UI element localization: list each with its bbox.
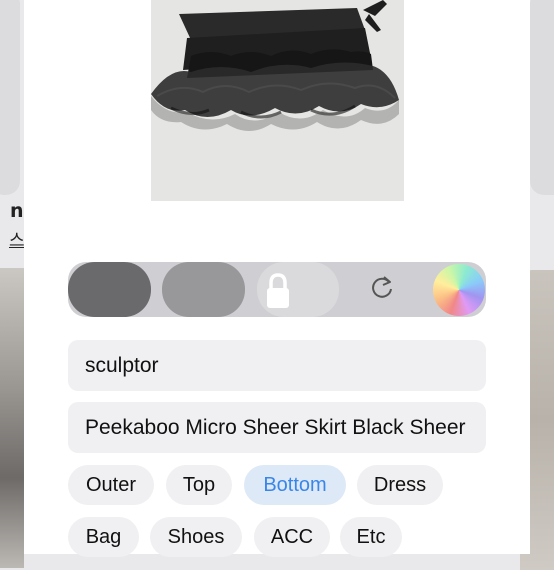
category-chip-dress[interactable]: Dress — [357, 465, 443, 505]
rotate-button[interactable] — [353, 262, 413, 317]
category-chip-etc[interactable]: Etc — [340, 517, 402, 557]
background-card-top-left — [0, 0, 20, 195]
category-chip-bag[interactable]: Bag — [68, 517, 139, 557]
product-photo — [151, 0, 404, 201]
dark-gray-swatch-button[interactable] — [68, 262, 151, 317]
lock-button[interactable] — [257, 262, 339, 317]
edit-toolbar — [68, 262, 486, 317]
category-chip-acc[interactable]: ACC — [254, 517, 330, 557]
color-wheel-icon — [432, 263, 485, 316]
category-chip-shoes[interactable]: Shoes — [150, 517, 242, 557]
background-card-top-right — [530, 0, 554, 195]
product-name-field[interactable]: Peekaboo Micro Sheer Skirt Black Sheer — [68, 402, 486, 453]
background-korean-link: 스 — [9, 231, 25, 251]
category-chip-outer[interactable]: Outer — [68, 465, 154, 505]
background-letter: n — [10, 200, 24, 222]
rotate-icon — [369, 273, 397, 306]
background-product-image-left — [0, 268, 24, 568]
lock-icon — [257, 270, 339, 315]
category-chip-top[interactable]: Top — [166, 465, 232, 505]
color-picker-button[interactable] — [431, 262, 486, 317]
skirt-image — [151, 0, 404, 201]
gray-swatch-button[interactable] — [162, 262, 245, 317]
brand-field[interactable]: sculptor — [68, 340, 486, 391]
category-chip-bottom[interactable]: Bottom — [244, 465, 346, 505]
